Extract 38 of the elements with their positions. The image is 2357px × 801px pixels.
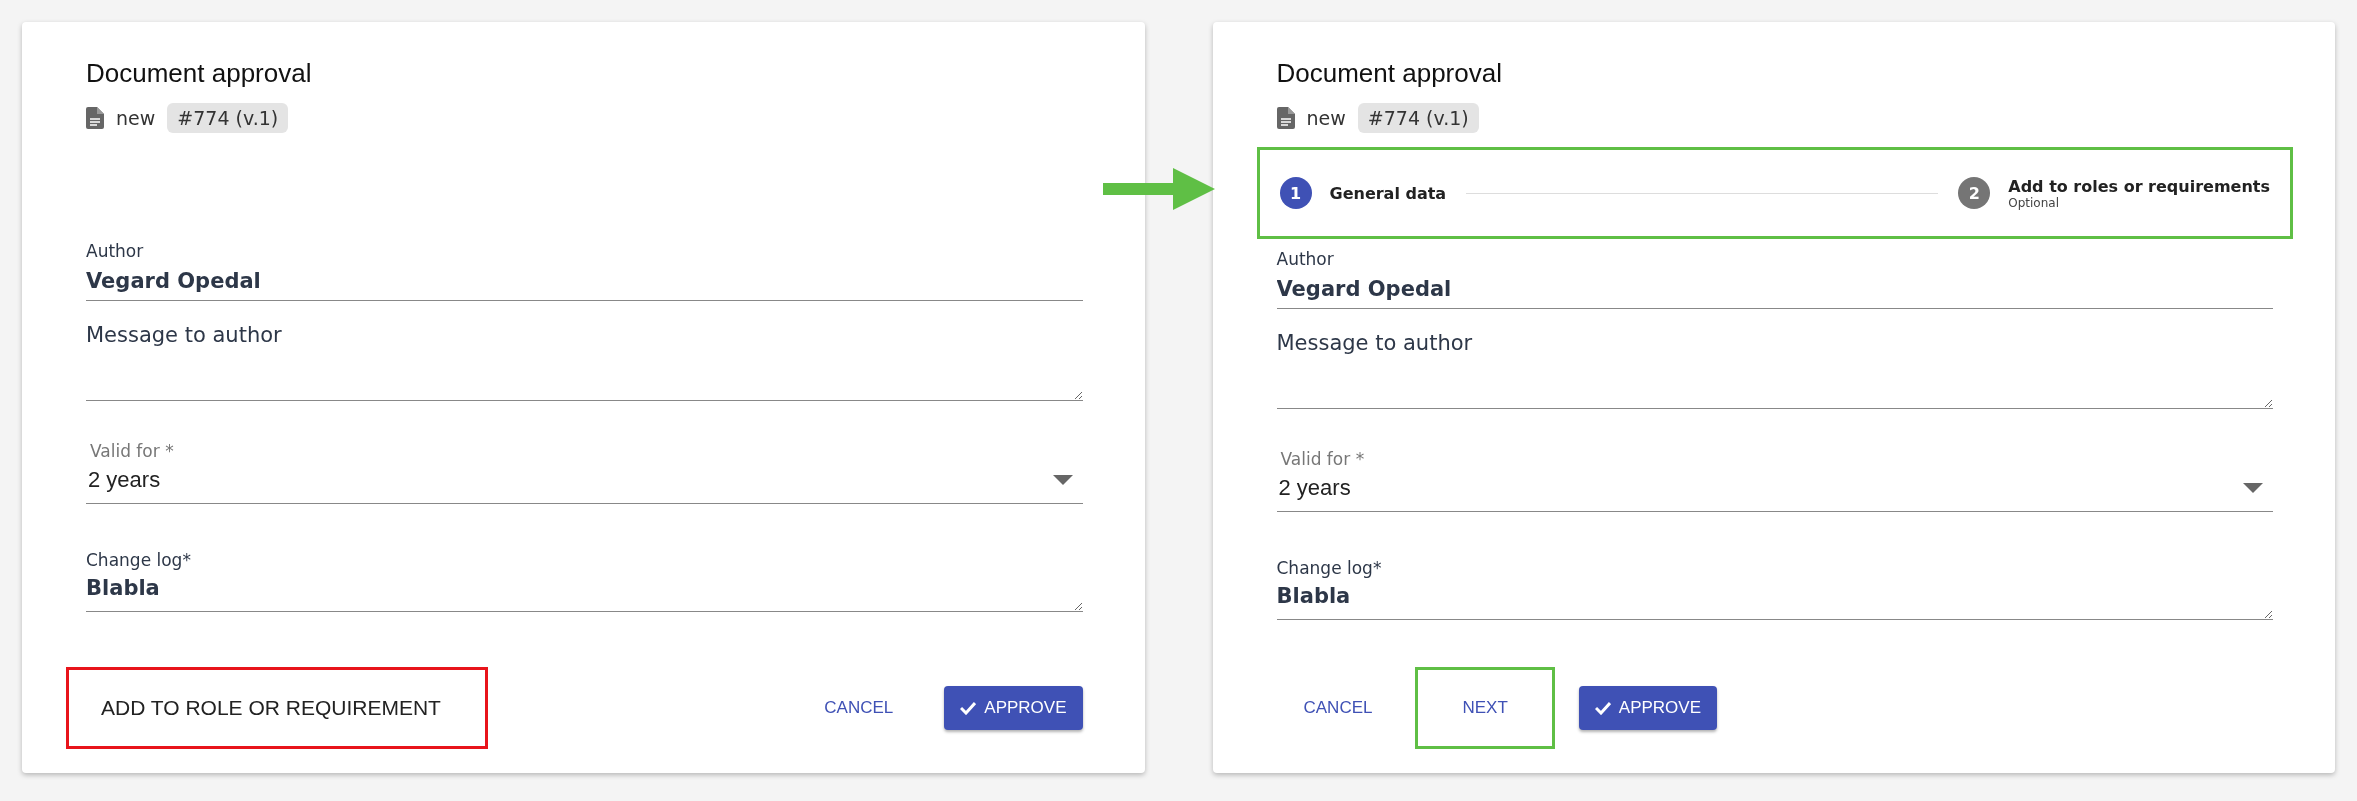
text-area-field[interactable]: Blabla <box>1276 578 2273 620</box>
document-icon <box>86 107 104 129</box>
text-button[interactable]: CANCEL <box>797 681 921 735</box>
status-text: new <box>116 107 156 129</box>
field-label: Author <box>86 241 145 261</box>
step-number[interactable]: 1 <box>1279 177 1312 209</box>
document-icon <box>1276 107 1295 129</box>
approve-button[interactable]: APPROVE <box>944 686 1083 730</box>
text-button[interactable]: NEXT <box>1415 667 1555 749</box>
field-label: Author <box>1276 249 1335 269</box>
step-label[interactable]: Add to roles or requirements <box>2008 176 2270 196</box>
author-field[interactable]: Vegard Opedal <box>86 261 1083 301</box>
text-area-field[interactable]: Message to author <box>86 317 1083 401</box>
field-label: Valid for * <box>1279 449 1366 469</box>
step-number[interactable]: 2 <box>1958 177 1991 209</box>
select-field[interactable]: 2 years <box>86 461 1083 504</box>
text-area-field[interactable]: Blabla <box>86 570 1083 612</box>
caret-icon <box>2243 483 2263 493</box>
author-field[interactable]: Vegard Opedal <box>1276 269 2273 309</box>
status-text: new <box>1306 107 1346 129</box>
field-label: Change log* <box>86 550 192 570</box>
arrow-icon <box>1103 168 1215 210</box>
dialog-title: Document approval <box>1276 58 1503 89</box>
text-area-field[interactable]: Message to author <box>1276 325 2273 409</box>
version-chip: #774 (v.1) <box>1357 103 1479 133</box>
approve-button[interactable]: APPROVE <box>1578 686 1717 730</box>
add-role-button[interactable]: ADD TO ROLE OR REQUIREMENT <box>66 667 488 749</box>
check-icon <box>960 701 977 715</box>
field-label: Valid for * <box>89 441 175 461</box>
caret-icon <box>1052 475 1073 485</box>
step-sublabel: Optional <box>2008 195 2060 210</box>
dialog-title: Document approval <box>86 58 313 89</box>
select-field[interactable]: 2 years <box>1276 469 2273 512</box>
text-button[interactable]: CANCEL <box>1276 681 1400 735</box>
step-label[interactable]: General data <box>1329 183 1447 203</box>
version-chip: #774 (v.1) <box>167 103 289 133</box>
field-label: Change log* <box>1276 558 1383 578</box>
check-icon <box>1594 701 1611 715</box>
